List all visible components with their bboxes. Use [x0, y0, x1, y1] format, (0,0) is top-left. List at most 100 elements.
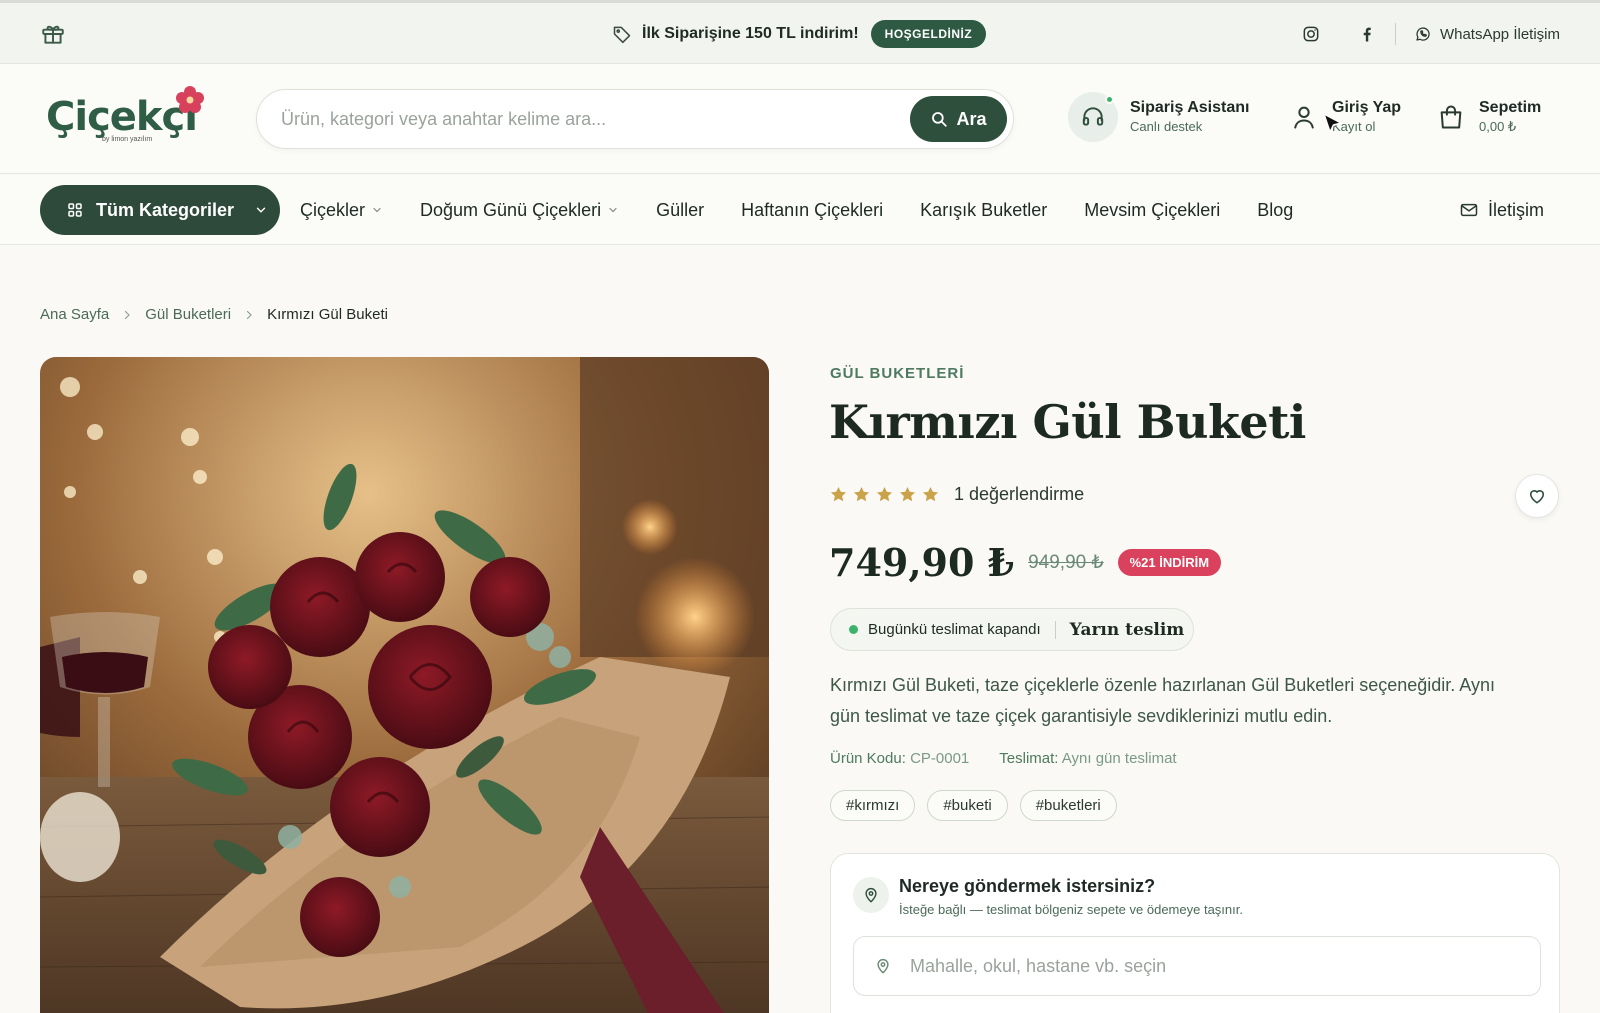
- nav-item-karisik-buketler[interactable]: Karışık Buketler: [920, 200, 1047, 221]
- tag-chip[interactable]: #buketleri: [1019, 790, 1117, 821]
- assistant-subtitle: Canlı destek: [1130, 119, 1203, 134]
- search-icon: [932, 112, 948, 127]
- shopping-bag-icon: [1440, 105, 1462, 129]
- search-input[interactable]: [281, 90, 881, 148]
- nav-item-label: Mevsim Çiçekleri: [1084, 199, 1221, 220]
- product-code-label: Ürün Kodu:: [830, 750, 906, 767]
- cart-amount: 0,00 ₺: [1479, 119, 1517, 134]
- shipping-label: Teslimat:: [999, 750, 1059, 767]
- star-icon: [830, 486, 847, 502]
- nav-item-mevsim-cicekleri[interactable]: Mevsim Çiçekleri: [1084, 200, 1220, 221]
- search-button[interactable]: Ara: [910, 96, 1007, 142]
- all-categories-button[interactable]: Tüm Kategoriler: [40, 185, 280, 235]
- login-link[interactable]: Giriş Yap Kayıt ol: [1290, 98, 1401, 136]
- delivery-status-text: Bugünkü teslimat kapandı: [868, 621, 1041, 638]
- social-links: WhatsApp İletişim: [1301, 21, 1560, 47]
- top-announcement-bar: İlk Siparişine 150 TL indirim! HOŞGELDİN…: [0, 0, 1600, 64]
- cart-title: Sepetim: [1479, 99, 1542, 116]
- star-icon: [876, 486, 893, 502]
- nav-item-cicekler[interactable]: Çiçekler: [300, 200, 383, 221]
- nav-item-label: Güller: [656, 199, 705, 220]
- location-field: [853, 936, 1541, 996]
- product-rating[interactable]: 1 değerlendirme: [829, 484, 1084, 505]
- tag-chip[interactable]: #buketi: [927, 790, 1008, 821]
- logo-subtitle: by limon yazılım: [102, 136, 153, 143]
- divider: [1054, 620, 1056, 639]
- user-icon: [1294, 106, 1314, 129]
- breadcrumb-category[interactable]: Gül Buketleri: [145, 306, 231, 323]
- nav-item-label: Doğum Günü Çiçekleri: [420, 199, 602, 220]
- rose-bouquet-photo: [40, 357, 769, 1013]
- contact-label: İletişim: [1487, 199, 1544, 220]
- star-icon: [853, 486, 870, 502]
- product-category-label[interactable]: GÜL BUKETLERİ: [830, 365, 964, 382]
- headset-icon: [1082, 107, 1104, 126]
- search-bar: Ara: [256, 89, 1014, 149]
- all-categories-label: Tüm Kategoriler: [96, 199, 235, 220]
- search-button-label: Ara: [956, 108, 987, 129]
- promo-banner: İlk Siparişine 150 TL indirim! HOŞGELDİN…: [612, 19, 987, 49]
- product-meta: Ürün Kodu: CP-0001 Teslimat: Aynı gün te…: [830, 750, 1177, 767]
- nav-item-blog[interactable]: Blog: [1257, 200, 1293, 221]
- nav-item-guller[interactable]: Güller: [656, 200, 704, 221]
- grid-icon: [68, 203, 82, 217]
- chevron-down-icon: [373, 207, 381, 213]
- mail-icon: [1460, 203, 1478, 217]
- nav-item-label: Çiçekler: [300, 199, 366, 220]
- breadcrumb-current: Kırmızı Gül Buketi: [267, 306, 388, 323]
- review-count[interactable]: 1 değerlendirme: [954, 484, 1084, 505]
- discount-badge: %21 İNDİRİM: [1117, 549, 1222, 576]
- add-to-favorites-button[interactable]: [1515, 474, 1559, 518]
- whatsapp-icon[interactable]: [1414, 25, 1432, 43]
- whatsapp-link[interactable]: WhatsApp İletişim: [1440, 26, 1560, 43]
- delivery-location-title: Nereye göndermek istersiniz?: [899, 876, 1156, 896]
- delivery-location-box: Nereye göndermek istersiniz? İsteğe bağl…: [830, 853, 1560, 1013]
- mouse-cursor-icon: [1323, 113, 1342, 133]
- star-icon: [899, 486, 916, 502]
- assistant-title: Sipariş Asistanı: [1130, 99, 1250, 116]
- chevron-down-icon: [256, 207, 266, 213]
- site-header: Çiçekçi by limon yazılım Ara Sipariş Asi…: [0, 64, 1600, 174]
- nav-item-label: Karışık Buketler: [920, 199, 1048, 220]
- nav-item-label: Blog: [1257, 199, 1294, 220]
- location-input[interactable]: [910, 937, 1510, 995]
- flower-icon: [176, 86, 204, 113]
- old-price: 949,90 ₺: [1028, 552, 1104, 573]
- promo-code-badge[interactable]: HOŞGELDİNİZ: [870, 20, 987, 48]
- product-image[interactable]: [40, 357, 769, 1013]
- chevron-right-icon: [247, 310, 252, 319]
- shipping-value: Aynı gün teslimat: [1061, 750, 1177, 767]
- chevron-down-icon: [609, 207, 617, 213]
- instagram-icon[interactable]: [1301, 24, 1321, 44]
- delivery-status: Bugünkü teslimat kapandı Yarın teslim: [830, 608, 1194, 651]
- promo-text: İlk Siparişine 150 TL indirim!: [642, 25, 859, 42]
- product-title: Kırmızı Gül Buketi: [829, 395, 1306, 449]
- cart-link[interactable]: Sepetim 0,00 ₺: [1437, 98, 1541, 136]
- nav-item-contact[interactable]: İletişim: [1459, 185, 1544, 235]
- star-icon: [922, 486, 939, 502]
- map-pin-icon: [865, 887, 877, 903]
- gift-icon[interactable]: [40, 21, 66, 47]
- product-tags: #kırmızı #buketi #buketleri: [830, 790, 1117, 821]
- nav-item-label: Haftanın Çiçekleri: [741, 199, 884, 220]
- current-price: 749,90 ₺: [829, 540, 1015, 585]
- product-code-value: CP-0001: [910, 750, 970, 767]
- tag-icon: [613, 26, 631, 44]
- breadcrumb-home[interactable]: Ana Sayfa: [40, 306, 109, 323]
- map-pin-icon: [877, 958, 889, 974]
- delivery-location-subtitle: İsteğe bağlı — teslimat bölgeniz sepete …: [899, 902, 1243, 917]
- location-badge: [853, 877, 889, 913]
- price-row: 749,90 ₺ 949,90 ₺ %21 İNDİRİM: [829, 540, 1222, 585]
- main-navigation: Tüm Kategoriler Çiçekler Doğum Günü Çiçe…: [0, 175, 1600, 245]
- order-assistant[interactable]: Sipariş Asistanı Canlı destek: [1068, 92, 1249, 142]
- site-logo[interactable]: Çiçekçi by limon yazılım: [46, 84, 216, 154]
- delivery-next-text: Yarın teslim: [1069, 619, 1185, 640]
- heart-icon: [1529, 490, 1545, 504]
- online-status-dot: [1105, 95, 1114, 104]
- facebook-icon[interactable]: [1357, 24, 1377, 44]
- tag-chip[interactable]: #kırmızı: [830, 790, 916, 821]
- product-description: Kırmızı Gül Buketi, taze çiçeklerle özen…: [830, 675, 1495, 726]
- nav-item-haftanin-cicekleri[interactable]: Haftanın Çiçekleri: [741, 200, 883, 221]
- nav-item-dogum-gunu[interactable]: Doğum Günü Çiçekleri: [420, 200, 619, 221]
- divider: [1394, 23, 1396, 45]
